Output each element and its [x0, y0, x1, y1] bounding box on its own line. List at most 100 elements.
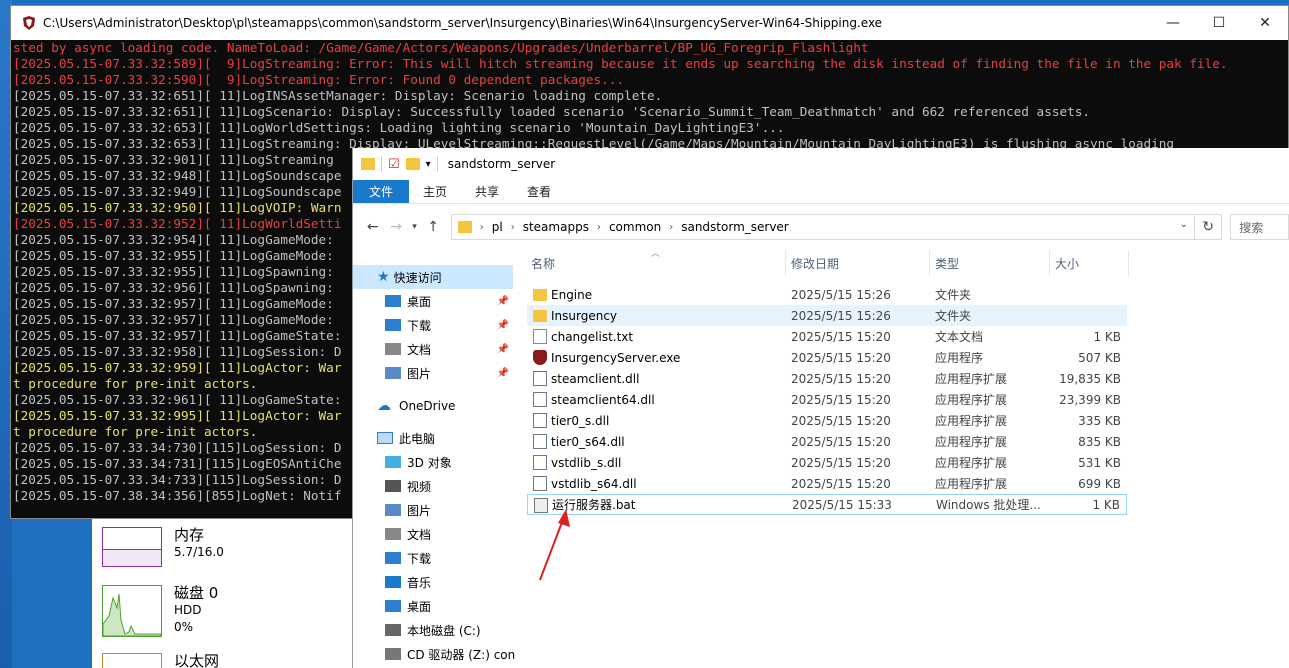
- pictures-icon: [385, 367, 401, 379]
- disk-value: 0%: [174, 620, 194, 634]
- nav-quick-item-label: 桌面: [407, 294, 432, 309]
- memory-graph: [102, 527, 162, 567]
- file-row[interactable]: tier0_s.dll 2025/5/15 15:20 应用程序扩展 335 KB: [527, 410, 1127, 431]
- nav-quick-access-label: 快速访问: [393, 270, 442, 285]
- explorer-title-bar[interactable]: ☑ ▾ sandstorm_server: [353, 148, 1289, 180]
- column-size-header[interactable]: 大小: [1055, 250, 1079, 276]
- nav-pc-item[interactable]: 图片: [353, 498, 527, 522]
- ethernet-perf-item[interactable]: 以太网: [102, 653, 219, 668]
- ethernet-graph: [102, 653, 162, 668]
- pin-icon[interactable]: 📌: [497, 320, 509, 331]
- dll-file-icon: [533, 434, 547, 449]
- back-arrow-icon[interactable]: ←: [361, 215, 384, 239]
- file-size: 507 KB: [1078, 350, 1121, 365]
- refresh-icon[interactable]: ↻: [1195, 214, 1223, 240]
- properties-icon[interactable]: ☑: [388, 157, 400, 172]
- insurgency-exe-icon: [533, 350, 547, 365]
- tab-home[interactable]: 主页: [409, 180, 461, 203]
- nav-quick-item[interactable]: 文档 📌: [353, 337, 513, 361]
- up-arrow-icon[interactable]: ↑: [421, 215, 444, 239]
- column-date-header[interactable]: 修改日期: [791, 250, 839, 276]
- memory-perf-item[interactable]: 内存 5.7/16.0: [102, 527, 224, 567]
- text-file-icon: [533, 329, 547, 344]
- nav-quick-item[interactable]: 桌面 📌: [353, 289, 513, 313]
- nav-pc-item[interactable]: 文档: [353, 522, 527, 546]
- search-input[interactable]: 搜索: [1230, 214, 1289, 240]
- file-date: 2025/5/15 15:20: [791, 329, 891, 344]
- nav-pc-item[interactable]: 视频: [353, 474, 527, 498]
- file-explorer-window[interactable]: ☑ ▾ sandstorm_server 文件 主页 共享 查看 ← → ▾ ↑…: [352, 148, 1289, 668]
- cloud-icon: ☁: [377, 398, 391, 414]
- pin-icon[interactable]: 📌: [497, 344, 509, 355]
- dll-file-icon: [533, 371, 547, 386]
- folder-icon: [361, 158, 375, 170]
- recent-locations-chevron-icon[interactable]: ▾: [408, 215, 422, 239]
- console-title-bar[interactable]: C:\Users\Administrator\Desktop\pl\steama…: [11, 6, 1288, 40]
- nav-pc-item-label: 本地磁盘 (C:): [407, 623, 481, 638]
- memory-label: 内存: [174, 526, 205, 544]
- file-row[interactable]: steamclient.dll 2025/5/15 15:20 应用程序扩展 19,8…: [527, 368, 1127, 389]
- breadcrumb-sandstorm-server[interactable]: sandstorm_server: [681, 220, 789, 234]
- disk-perf-item[interactable]: 磁盘 0 HDD 0%: [102, 585, 218, 637]
- nav-pc-item-label: 桌面: [407, 599, 432, 614]
- ethernet-label: 以太网: [174, 652, 220, 668]
- nav-pc-item[interactable]: 音乐: [353, 570, 527, 594]
- nav-quick-item[interactable]: 图片 📌: [353, 361, 513, 385]
- tab-file[interactable]: 文件: [353, 180, 410, 203]
- nav-quick-item-label: 文档: [407, 342, 432, 357]
- nav-pc-item[interactable]: 本地磁盘 (C:): [353, 618, 527, 642]
- forward-arrow-icon[interactable]: →: [384, 215, 407, 239]
- file-row[interactable]: tier0_s64.dll 2025/5/15 15:20 应用程序扩展 835 KB: [527, 431, 1127, 452]
- address-dropdown-icon[interactable]: ⌄: [1180, 219, 1188, 230]
- nav-pc-item[interactable]: CD 驱动器 (Z:) con: [353, 642, 527, 666]
- file-row[interactable]: vstdlib_s.dll 2025/5/15 15:20 应用程序扩展 531 KB: [527, 452, 1127, 473]
- file-name: tier0_s.dll: [551, 413, 610, 428]
- tab-view[interactable]: 查看: [513, 180, 565, 203]
- address-bar[interactable]: › pl › steamapps › common › sandstorm_se…: [450, 214, 1195, 240]
- red-annotation-arrow-icon: [539, 509, 570, 581]
- documents-icon: [385, 528, 401, 540]
- chevron-down-icon[interactable]: ▾: [426, 159, 431, 170]
- nav-pc-item[interactable]: 下载: [353, 546, 527, 570]
- file-row[interactable]: Engine 2025/5/15 15:26 文件夹: [527, 284, 1127, 305]
- file-date: 2025/5/15 15:26: [791, 287, 891, 302]
- tab-share[interactable]: 共享: [461, 180, 513, 203]
- minimize-button[interactable]: —: [1150, 6, 1196, 40]
- pin-icon[interactable]: 📌: [497, 368, 509, 379]
- nav-this-pc[interactable]: 此电脑: [353, 426, 513, 450]
- desktop-icon: [385, 600, 401, 612]
- breadcrumb-steamapps[interactable]: steamapps: [523, 220, 589, 234]
- file-row[interactable]: Insurgency 2025/5/15 15:26 文件夹: [527, 305, 1127, 326]
- file-name: InsurgencyServer.exe: [551, 350, 681, 365]
- nav-onedrive[interactable]: ☁ OneDrive: [353, 394, 513, 418]
- nav-pc-item[interactable]: 3D 对象: [353, 450, 527, 474]
- column-type-header[interactable]: 类型: [935, 250, 959, 276]
- breadcrumb-pl[interactable]: pl: [492, 220, 503, 234]
- console-line: [2025.05.15-07.33.32:651][ 11]LogScenari…: [13, 104, 1091, 119]
- breadcrumb-common[interactable]: common: [609, 220, 661, 234]
- file-date: 2025/5/15 15:20: [791, 350, 891, 365]
- column-name-header[interactable]: 名称: [531, 250, 555, 276]
- maximize-button[interactable]: ☐: [1196, 6, 1242, 40]
- nav-quick-item[interactable]: 下载 📌: [353, 313, 513, 337]
- new-folder-icon[interactable]: [405, 158, 420, 170]
- file-row[interactable]: changelist.txt 2025/5/15 15:20 文本文档 1 KB: [527, 326, 1127, 347]
- pin-icon[interactable]: 📌: [497, 296, 509, 307]
- documents-icon: [385, 343, 401, 355]
- disk-label: 磁盘 0: [174, 584, 219, 602]
- file-row[interactable]: steamclient64.dll 2025/5/15 15:20 应用程序扩展 23…: [527, 389, 1127, 410]
- file-row[interactable]: 运行服务器.bat 2025/5/15 15:33 Windows 批处理... 1 …: [527, 494, 1127, 515]
- star-icon: ★: [377, 269, 390, 285]
- file-date: 2025/5/15 15:20: [791, 413, 891, 428]
- nav-quick-access[interactable]: ★ 快速访问: [353, 265, 513, 289]
- file-name: Engine: [551, 287, 593, 302]
- close-button[interactable]: ✕: [1242, 6, 1288, 40]
- file-size: 1 KB: [1092, 497, 1120, 512]
- insurgency-app-icon: [21, 15, 37, 31]
- address-folder-icon: [457, 221, 472, 233]
- file-row[interactable]: InsurgencyServer.exe 2025/5/15 15:20 应用程序 5…: [527, 347, 1127, 368]
- file-row[interactable]: vstdlib_s64.dll 2025/5/15 15:20 应用程序扩展 699 …: [527, 473, 1127, 494]
- ribbon-tabs: 文件 主页 共享 查看: [353, 180, 1289, 204]
- nav-pc-item[interactable]: 桌面: [353, 594, 527, 618]
- file-date: 2025/5/15 15:33: [792, 497, 892, 512]
